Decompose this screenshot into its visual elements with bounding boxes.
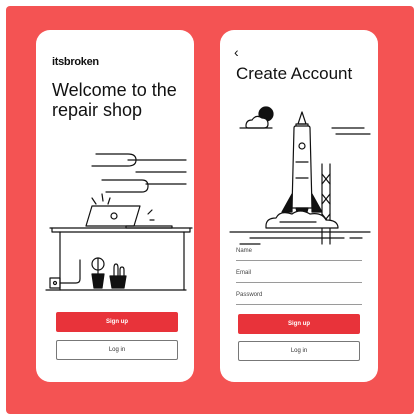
- login-button[interactable]: Log in: [238, 341, 360, 361]
- chevron-left-icon[interactable]: ‹: [234, 44, 250, 60]
- create-account-heading: Create Account: [236, 64, 353, 83]
- welcome-screen: itsbroken Welcome to the repair shop Sig…: [36, 30, 194, 382]
- name-field-label: Name: [236, 248, 253, 254]
- password-field[interactable]: Password: [236, 284, 362, 305]
- welcome-heading: Welcome to the repair shop: [52, 80, 177, 120]
- signup-button[interactable]: Sign up: [238, 314, 360, 334]
- create-account-screen: ‹ Create Account Name Email Password Sig…: [220, 30, 378, 382]
- signup-button[interactable]: Sign up: [56, 312, 178, 332]
- login-button[interactable]: Log in: [56, 340, 178, 360]
- email-field[interactable]: Email: [236, 262, 362, 283]
- password-field-label: Password: [236, 292, 263, 298]
- rocket-launch-icon: [220, 104, 378, 254]
- email-field-label: Email: [236, 270, 252, 276]
- name-field[interactable]: Name: [236, 240, 362, 261]
- brand-logo: itsbroken: [52, 56, 99, 68]
- laptop-on-desk-with-plants-icon: [36, 140, 194, 300]
